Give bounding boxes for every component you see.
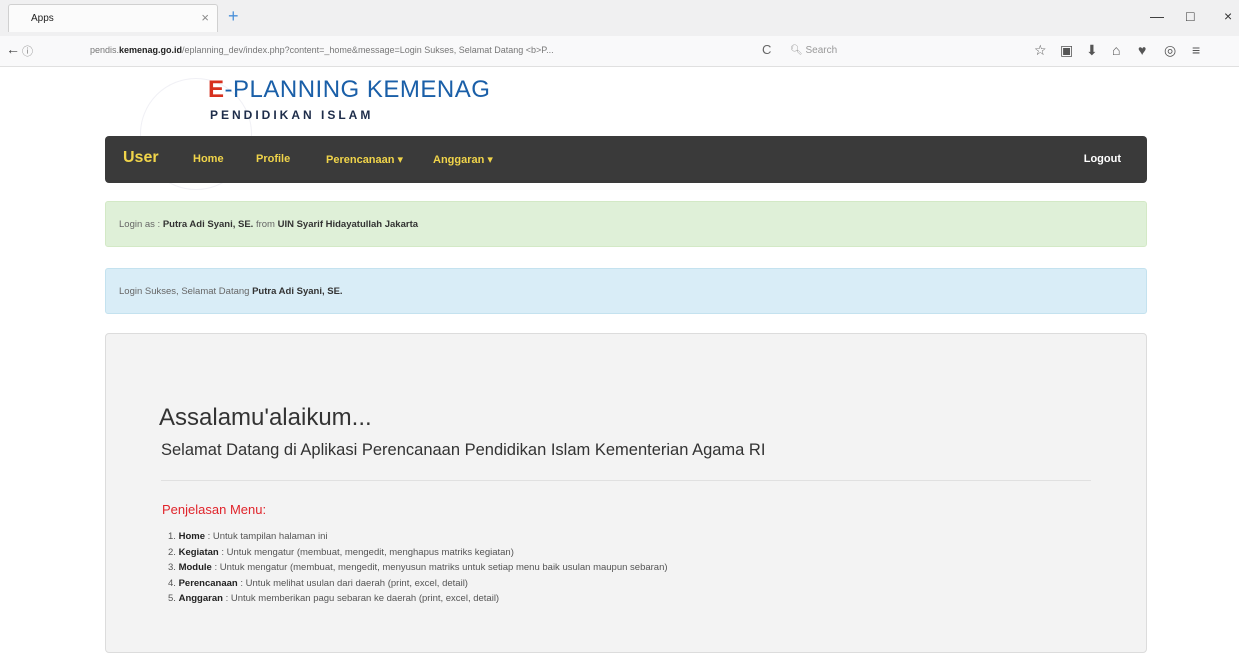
address-bar[interactable]: pendis.kemenag.go.id/eplanning_dev/index… (90, 45, 740, 59)
list-number: 2. (168, 546, 176, 558)
site-title-rest: -PLANNING KEMENAG (224, 76, 491, 103)
new-tab-icon[interactable]: + (228, 6, 239, 27)
search-icon: 🔍︎ (790, 45, 803, 56)
list-desc: : Untuk memberikan pagu sebaran ke daera… (225, 593, 500, 604)
menu-explanation-list: 1. Home : Untuk tampilan halaman ini 2. … (168, 529, 668, 607)
home-icon[interactable]: ⌂ (1112, 42, 1120, 58)
list-term: Anggaran (178, 593, 223, 604)
login-prefix: Login as : (119, 219, 161, 230)
nav-item-home[interactable]: Home (193, 153, 224, 165)
pocket-icon[interactable]: ♥ (1138, 42, 1146, 58)
search-placeholder: Search (805, 45, 838, 56)
welcome-panel: Assalamu'alaikum... Selamat Datang di Ap… (105, 333, 1147, 653)
star-icon[interactable]: ☆ (1034, 42, 1047, 59)
list-item: 3. Module : Untuk mengatur (membuat, men… (168, 560, 668, 576)
list-term: Home (178, 531, 205, 542)
main-navbar: User Home Profile Perencanaan ▾ Anggaran… (105, 136, 1147, 183)
search-input[interactable]: 🔍︎ Search (790, 42, 990, 60)
login-user-name: Putra Adi Syani, SE. (162, 219, 254, 230)
list-item: 5. Anggaran : Untuk memberikan pagu seba… (168, 591, 668, 607)
login-institution: UIN Syarif Hidayatullah Jakarta (277, 219, 419, 230)
list-number: 1. (168, 531, 176, 542)
nav-item-profile[interactable]: Profile (256, 153, 290, 165)
list-desc: : Untuk tampilan halaman ini (207, 531, 328, 542)
login-info-alert: Login as : Putra Adi Syani, SE. from UIN… (105, 201, 1147, 247)
list-term: Perencanaan (178, 577, 238, 589)
list-desc: : Untuk mengatur (membuat, mengedit, men… (214, 562, 668, 573)
welcome-greeting: Assalamu'alaikum... (159, 404, 372, 431)
list-term: Kegiatan (178, 546, 219, 558)
browser-tab-bar: Apps × + — □ × (0, 0, 1239, 37)
logout-link[interactable]: Logout (1084, 153, 1121, 165)
url-domain: kemenag.go.id (119, 45, 183, 55)
list-item: 2. Kegiatan : Untuk mengatur (membuat, m… (168, 545, 668, 561)
url-path: /eplanning_dev/index.php?content=_home&m… (182, 45, 554, 55)
list-number: 5. (168, 593, 176, 604)
browser-nav-bar: ← ⓘ pendis.kemenag.go.id/eplanning_dev/i… (0, 36, 1239, 67)
browser-tab[interactable]: Apps × (8, 4, 218, 32)
minimize-icon[interactable]: — (1150, 8, 1164, 24)
site-title-e: E (208, 76, 225, 103)
site-info-icon[interactable]: ⓘ (22, 43, 33, 59)
download-icon[interactable]: ⬇ (1086, 42, 1098, 59)
success-text: Login Sukses, Selamat Datang (119, 286, 250, 297)
list-number: 4. (168, 577, 176, 589)
list-desc: : Untuk melihat usulan dari daerah (prin… (240, 577, 468, 589)
list-item: 4. Perencanaan : Untuk melihat usulan da… (168, 576, 668, 592)
welcome-lead: Selamat Datang di Aplikasi Perencanaan P… (161, 441, 766, 459)
back-icon[interactable]: ← (6, 41, 20, 57)
clipboard-icon[interactable]: ▣ (1060, 42, 1073, 59)
nav-item-perencanaan[interactable]: Perencanaan ▾ (326, 153, 403, 166)
login-success-alert: Login Sukses, Selamat Datang Putra Adi S… (105, 268, 1147, 314)
login-from: from (255, 219, 275, 230)
success-user-name: Putra Adi Syani, SE. (252, 286, 343, 297)
list-desc: : Untuk mengatur (membuat, mengedit, men… (221, 546, 514, 558)
tab-title: Apps (31, 13, 54, 24)
window-close-icon[interactable]: × (1224, 8, 1232, 24)
divider (161, 480, 1091, 481)
reload-icon[interactable]: C (762, 42, 771, 57)
nav-item-anggaran[interactable]: Anggaran ▾ (433, 153, 493, 166)
menu-explanation-title: Penjelasan Menu: (162, 502, 267, 517)
list-item: 1. Home : Untuk tampilan halaman ini (168, 529, 668, 545)
globe-icon[interactable]: ◎ (1164, 42, 1176, 59)
menu-icon[interactable]: ≡ (1192, 42, 1200, 58)
site-title: E-PLANNING KEMENAG (208, 76, 490, 104)
navbar-brand[interactable]: User (123, 149, 159, 167)
maximize-icon[interactable]: □ (1186, 8, 1194, 24)
list-term: Module (178, 562, 212, 573)
site-subtitle: PENDIDIKAN ISLAM (210, 108, 374, 122)
list-number: 3. (168, 562, 176, 573)
url-prefix: pendis. (90, 45, 120, 55)
tab-close-icon[interactable]: × (201, 10, 209, 25)
